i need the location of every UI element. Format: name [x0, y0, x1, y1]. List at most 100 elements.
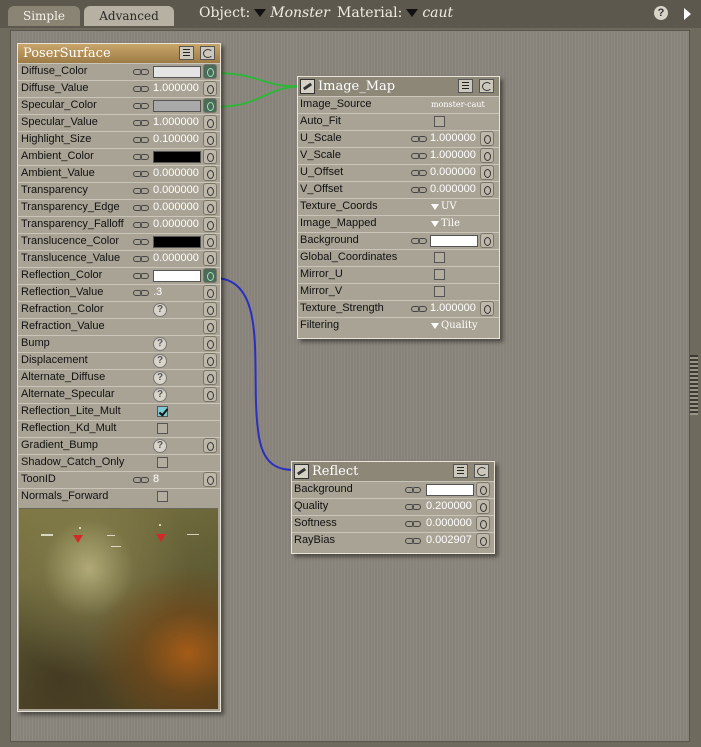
color-swatch[interactable]	[153, 100, 201, 112]
input-plug-icon[interactable]	[203, 336, 217, 351]
param-value-field[interactable]: 0.000000	[153, 252, 199, 264]
cycle-icon[interactable]	[474, 464, 489, 478]
color-swatch[interactable]	[153, 151, 201, 163]
tab-simple[interactable]: Simple	[8, 6, 80, 26]
input-plug-icon[interactable]	[203, 132, 217, 147]
link-icon[interactable]	[133, 222, 149, 228]
list-icon[interactable]	[458, 79, 473, 93]
poser-surface-node[interactable]: PoserSurface Diffuse_Color Diffuse_Value 1…	[17, 43, 221, 712]
checkbox[interactable]	[157, 457, 168, 468]
param-value-field[interactable]: 0.000000	[430, 183, 476, 195]
object-selector[interactable]: Object: Monster	[199, 5, 330, 21]
param-dropdown[interactable]: Tile	[431, 218, 460, 229]
input-plug-icon[interactable]	[203, 302, 217, 317]
param-dropdown[interactable]: Quality	[431, 320, 478, 331]
param-value-field[interactable]: 1.000000	[153, 82, 199, 94]
help-icon[interactable]: ?	[153, 354, 167, 368]
checkbox[interactable]	[434, 252, 445, 263]
param-value-field[interactable]: 0.000000	[153, 201, 199, 213]
param-value-field[interactable]: 0.002907	[426, 534, 472, 546]
link-icon[interactable]	[133, 273, 149, 279]
link-icon[interactable]	[133, 239, 149, 245]
param-value-field[interactable]: 1.000000	[430, 132, 476, 144]
input-plug-icon[interactable]	[203, 234, 217, 249]
link-icon[interactable]	[411, 187, 427, 193]
input-plug-icon[interactable]	[480, 301, 494, 316]
input-plug-icon[interactable]	[203, 115, 217, 130]
help-icon[interactable]: ?	[153, 439, 167, 453]
scroll-grip[interactable]	[690, 355, 698, 415]
input-plug-icon[interactable]	[203, 183, 217, 198]
checkbox[interactable]	[157, 491, 168, 502]
input-plug-connected-icon[interactable]	[203, 268, 217, 283]
image-source-field[interactable]: monster-caut	[431, 100, 485, 109]
link-icon[interactable]	[133, 154, 149, 160]
color-swatch[interactable]	[153, 270, 201, 282]
color-swatch[interactable]	[153, 66, 201, 78]
link-icon[interactable]	[133, 290, 149, 296]
input-plug-icon[interactable]	[203, 166, 217, 181]
reflect-node[interactable]: Reflect Background Quality 0.200000 Softnes…	[291, 461, 495, 554]
input-plug-icon[interactable]	[203, 81, 217, 96]
input-plug-icon[interactable]	[203, 149, 217, 164]
input-plug-icon[interactable]	[203, 217, 217, 232]
param-value-field[interactable]: .3	[153, 286, 162, 298]
input-plug-icon[interactable]	[476, 499, 490, 514]
input-plug-icon[interactable]	[480, 165, 494, 180]
input-plug-icon[interactable]	[203, 319, 217, 334]
help-icon[interactable]: ?	[153, 388, 167, 402]
link-icon[interactable]	[133, 188, 149, 194]
input-plug-icon[interactable]	[203, 353, 217, 368]
image-map-node[interactable]: Image_Map Image_Source monster-caut Auto_F…	[297, 76, 500, 339]
link-icon[interactable]	[411, 136, 427, 142]
list-icon[interactable]	[179, 46, 194, 60]
input-plug-icon[interactable]	[480, 182, 494, 197]
help-icon[interactable]: ?	[153, 303, 167, 317]
input-plug-icon[interactable]	[476, 533, 490, 548]
link-icon[interactable]	[133, 137, 149, 143]
link-icon[interactable]	[411, 306, 427, 312]
tab-advanced[interactable]: Advanced	[84, 6, 174, 26]
input-plug-icon[interactable]	[203, 200, 217, 215]
poser-surface-header[interactable]: PoserSurface	[18, 44, 220, 63]
param-value-field[interactable]: 1.000000	[430, 149, 476, 161]
input-plug-icon[interactable]	[480, 233, 494, 248]
link-icon[interactable]	[133, 171, 149, 177]
link-icon[interactable]	[133, 69, 149, 75]
link-icon[interactable]	[405, 487, 421, 493]
param-value-field[interactable]: 0.000000	[153, 184, 199, 196]
param-value-field[interactable]: 1.000000	[153, 116, 199, 128]
input-plug-icon[interactable]	[203, 387, 217, 402]
material-selector[interactable]: Material: caut	[337, 5, 453, 21]
link-icon[interactable]	[405, 521, 421, 527]
input-plug-connected-icon[interactable]	[203, 98, 217, 113]
checkbox[interactable]	[434, 116, 445, 127]
checkbox[interactable]	[434, 269, 445, 280]
param-value-field[interactable]: 0.000000	[430, 166, 476, 178]
link-icon[interactable]	[133, 120, 149, 126]
checkbox[interactable]	[157, 406, 168, 417]
color-swatch[interactable]	[430, 235, 478, 247]
link-icon[interactable]	[411, 238, 427, 244]
link-icon[interactable]	[411, 170, 427, 176]
input-plug-icon[interactable]	[203, 251, 217, 266]
param-value-field[interactable]: 0.100000	[153, 133, 199, 145]
link-icon[interactable]	[133, 205, 149, 211]
list-icon[interactable]	[453, 464, 468, 478]
checkbox[interactable]	[434, 286, 445, 297]
input-plug-icon[interactable]	[203, 285, 217, 300]
input-plug-icon[interactable]	[203, 438, 217, 453]
link-icon[interactable]	[405, 538, 421, 544]
menu-arrow-icon[interactable]	[684, 8, 691, 20]
input-plug-icon[interactable]	[203, 472, 217, 487]
checkbox[interactable]	[157, 423, 168, 434]
param-value-field[interactable]: 8	[153, 473, 159, 485]
cycle-icon[interactable]	[479, 79, 494, 93]
help-icon[interactable]: ?	[153, 371, 167, 385]
param-value-field[interactable]: 0.200000	[426, 500, 472, 512]
param-value-field[interactable]: 0.000000	[153, 167, 199, 179]
link-icon[interactable]	[411, 153, 427, 159]
link-icon[interactable]	[133, 86, 149, 92]
help-icon[interactable]: ?	[654, 6, 668, 20]
input-plug-icon[interactable]	[203, 370, 217, 385]
